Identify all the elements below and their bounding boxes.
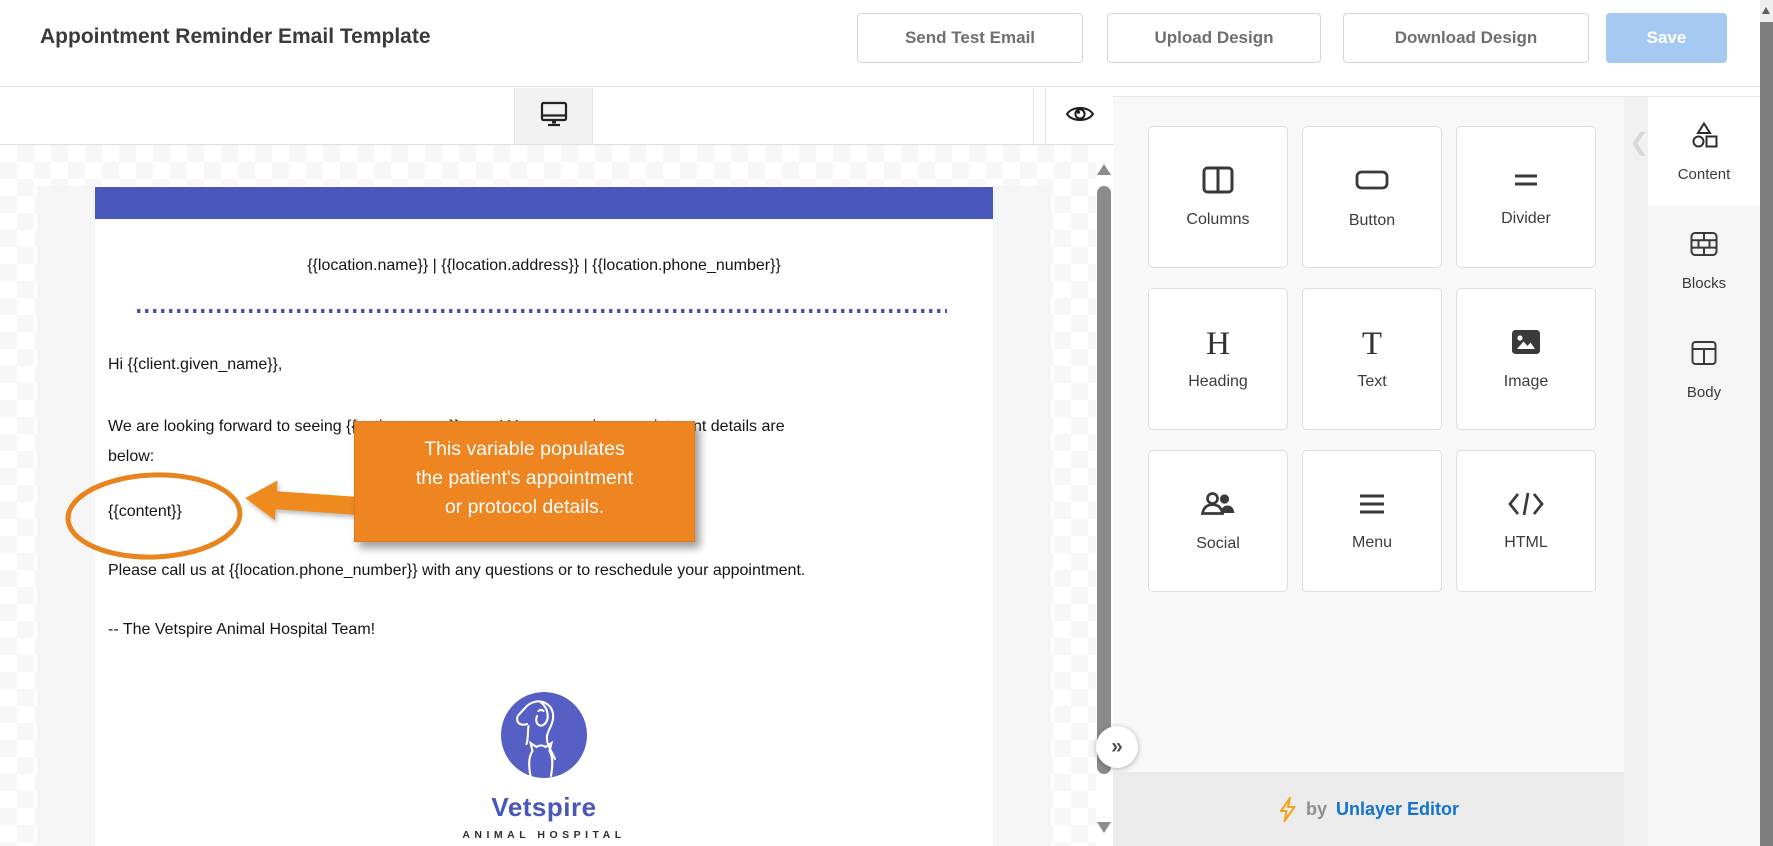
tab-content[interactable]: Content xyxy=(1648,97,1760,206)
upload-design-button[interactable]: Upload Design xyxy=(1107,13,1321,63)
annotation-line: the patient's appointment xyxy=(355,464,694,493)
greeting-text[interactable]: Hi {{client.given_name}}, xyxy=(108,356,282,374)
shapes-icon xyxy=(1689,121,1719,153)
image-icon xyxy=(1510,328,1542,361)
block-label: Button xyxy=(1349,212,1395,230)
desktop-monitor-icon xyxy=(539,100,569,133)
block-card-divider[interactable]: Divider xyxy=(1456,126,1596,268)
location-line-text[interactable]: {{location.name}} | {{location.address}}… xyxy=(95,257,993,275)
block-label: Image xyxy=(1504,373,1548,391)
bricks-icon xyxy=(1689,230,1719,262)
eye-icon xyxy=(1065,103,1095,130)
content-blocks-panel: Columns Button Divider H Heading T xyxy=(1113,96,1624,772)
block-label: Text xyxy=(1357,373,1386,391)
download-design-button[interactable]: Download Design xyxy=(1343,13,1589,63)
sidebar-tabbar: Content Blocks Body xyxy=(1648,96,1760,846)
block-label: Menu xyxy=(1352,534,1392,552)
browser-scrollbar[interactable] xyxy=(1760,0,1773,846)
columns-icon xyxy=(1202,166,1234,199)
tab-label: Blocks xyxy=(1682,275,1726,292)
block-label: Social xyxy=(1196,535,1240,553)
button-icon xyxy=(1355,165,1389,200)
block-card-heading[interactable]: H Heading xyxy=(1148,288,1288,430)
preview-toolbar xyxy=(0,88,1113,145)
page-title: Appointment Reminder Email Template xyxy=(40,25,431,49)
collapse-panel-button[interactable]: » xyxy=(1096,726,1138,768)
html-icon xyxy=(1507,491,1545,522)
tab-blocks[interactable]: Blocks xyxy=(1648,206,1760,315)
logo-name: Vetspire xyxy=(491,792,596,823)
toolbar-divider xyxy=(1033,88,1034,144)
block-card-social[interactable]: Social xyxy=(1148,450,1288,592)
tab-label: Content xyxy=(1678,166,1731,183)
divider-icon xyxy=(1512,167,1540,198)
scrollbar-up-arrow-icon[interactable] xyxy=(1762,7,1770,14)
block-cards-grid: Columns Button Divider H Heading T xyxy=(1148,126,1596,592)
desktop-view-button[interactable] xyxy=(514,88,593,144)
panel-pointer-icon: ❮ xyxy=(1629,128,1649,157)
browser-scrollbar-thumb[interactable] xyxy=(1760,22,1773,846)
canvas-scroll-up-button[interactable] xyxy=(1097,164,1111,175)
tab-body[interactable]: Body xyxy=(1648,315,1760,424)
menu-icon xyxy=(1357,491,1387,522)
logo-subtitle: ANIMAL HOSPITAL xyxy=(462,829,625,841)
email-template-editor: Appointment Reminder Email Template Send… xyxy=(0,0,1773,846)
block-card-menu[interactable]: Menu xyxy=(1302,450,1442,592)
vetspire-logo-icon xyxy=(500,691,588,784)
email-header-bar[interactable] xyxy=(95,187,993,219)
design-canvas: {{location.name}} | {{location.address}}… xyxy=(0,145,1096,846)
annotation-line: This variable populates xyxy=(355,435,694,464)
logo-block[interactable]: Vetspire ANIMAL HOSPITAL xyxy=(95,691,993,841)
block-label: Divider xyxy=(1501,210,1551,228)
block-label: Heading xyxy=(1188,373,1248,391)
app-header: Appointment Reminder Email Template Send… xyxy=(0,0,1760,87)
block-card-button[interactable]: Button xyxy=(1302,126,1442,268)
social-icon xyxy=(1200,490,1236,523)
unlayer-editor-link[interactable]: Unlayer Editor xyxy=(1336,799,1459,820)
block-label: HTML xyxy=(1504,534,1548,552)
lightning-bolt-icon xyxy=(1278,797,1297,822)
annotation-line: or protocol details. xyxy=(355,493,694,522)
content-variable-text[interactable]: {{content}} xyxy=(108,503,182,521)
block-card-html[interactable]: HTML xyxy=(1456,450,1596,592)
footer-by-label: by xyxy=(1306,799,1327,820)
tab-label: Body xyxy=(1687,384,1721,401)
dotted-divider[interactable] xyxy=(137,309,947,313)
preview-button[interactable] xyxy=(1045,88,1113,144)
block-label: Columns xyxy=(1186,211,1249,229)
save-button[interactable]: Save xyxy=(1606,13,1727,63)
signoff-text[interactable]: -- The Vetspire Animal Hospital Team! xyxy=(108,621,375,639)
editor-branding-footer: by Unlayer Editor xyxy=(1113,772,1624,846)
block-card-columns[interactable]: Columns xyxy=(1148,126,1288,268)
canvas-scrollbar-thumb[interactable] xyxy=(1097,186,1111,774)
block-card-image[interactable]: Image xyxy=(1456,288,1596,430)
block-card-text[interactable]: T Text xyxy=(1302,288,1442,430)
layout-icon xyxy=(1689,339,1719,371)
text-icon: T xyxy=(1362,328,1382,361)
heading-icon: H xyxy=(1206,328,1230,361)
panel-divider-strip xyxy=(1624,96,1648,846)
phone-line-text[interactable]: Please call us at {{location.phone_numbe… xyxy=(108,562,805,580)
annotation-callout: This variable populates the patient's ap… xyxy=(354,421,695,542)
send-test-email-button[interactable]: Send Test Email xyxy=(857,13,1083,63)
canvas-scroll-down-button[interactable] xyxy=(1097,822,1111,833)
